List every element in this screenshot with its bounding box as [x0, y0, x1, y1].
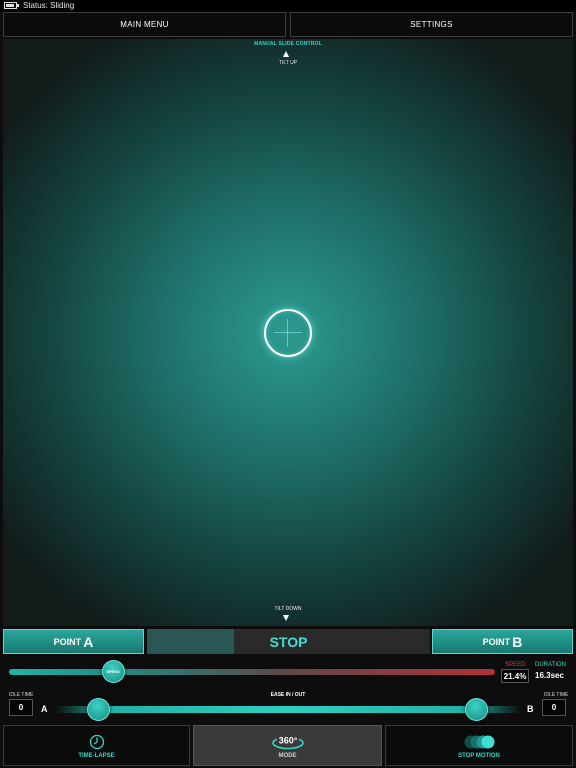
- idle-time-left-input[interactable]: 0: [9, 699, 33, 716]
- tilt-down-label: TILT DOWN: [274, 606, 302, 612]
- tilt-up-arrow-icon: [283, 51, 289, 57]
- duration-label: DURATION: [535, 662, 566, 668]
- tab-time-lapse[interactable]: TIME-LAPSE: [3, 725, 190, 766]
- point-a-letter: A: [83, 633, 94, 650]
- 360-icon: 360°: [271, 736, 304, 750]
- pad-title: MANUAL SLIDE CONTROL: [254, 41, 322, 47]
- status-bar: Status: Sliding: [0, 0, 576, 12]
- speed-slider-track[interactable]: [9, 669, 495, 675]
- crosshair-vertical-line: [287, 319, 288, 347]
- clock-icon: [89, 734, 104, 750]
- duration-value: 16.3sec: [535, 671, 564, 680]
- idle-time-right-input[interactable]: 0: [542, 699, 566, 716]
- status-text: Status: Sliding: [23, 1, 75, 10]
- point-a-word: POINT: [53, 636, 82, 647]
- ease-out-knob[interactable]: [465, 698, 488, 721]
- stop-motion-icon: [464, 735, 495, 749]
- ease-slider-track[interactable]: [55, 706, 521, 713]
- speed-label: SPEED: [505, 662, 526, 668]
- ease-in-knob[interactable]: [87, 698, 110, 721]
- manual-slide-control-pad[interactable]: MANUAL SLIDE CONTROL TILT UP TILT DOWN: [3, 39, 573, 626]
- crosshair-handle[interactable]: [264, 309, 312, 357]
- point-a-button[interactable]: POINT A: [3, 629, 144, 654]
- ease-point-a-label: A: [41, 704, 48, 714]
- point-b-button[interactable]: POINT B: [432, 629, 573, 654]
- tab-time-lapse-label: TIME-LAPSE: [78, 753, 115, 759]
- tilt-down-arrow-icon: [283, 615, 289, 621]
- speed-value: 21.4%: [501, 669, 529, 683]
- tab-stop-motion[interactable]: STOP MOTION: [385, 725, 573, 766]
- ease-point-b-label: B: [527, 704, 534, 714]
- point-b-word: POINT: [482, 636, 511, 647]
- ease-in-out-label: EASE IN / OUT: [270, 692, 306, 698]
- battery-icon: [4, 2, 17, 9]
- speed-slider-knob[interactable]: SPEED: [101, 660, 125, 683]
- tab-mode[interactable]: 360° MODE: [193, 725, 382, 766]
- tab-stop-motion-label: STOP MOTION: [458, 753, 500, 759]
- point-b-letter: B: [512, 633, 523, 650]
- crosshair-horizontal-line: [274, 332, 302, 333]
- main-menu-button[interactable]: MAIN MENU: [3, 12, 286, 37]
- battery-tip: [17, 4, 19, 7]
- 360-icon-text: 360°: [278, 736, 297, 746]
- tab-mode-label: MODE: [278, 753, 297, 759]
- idle-time-right-label: IDLE TIME: [544, 692, 569, 698]
- stop-button[interactable]: STOP: [147, 629, 430, 654]
- settings-button[interactable]: SETTINGS: [290, 12, 573, 37]
- tilt-up-label: TILT UP: [278, 60, 298, 66]
